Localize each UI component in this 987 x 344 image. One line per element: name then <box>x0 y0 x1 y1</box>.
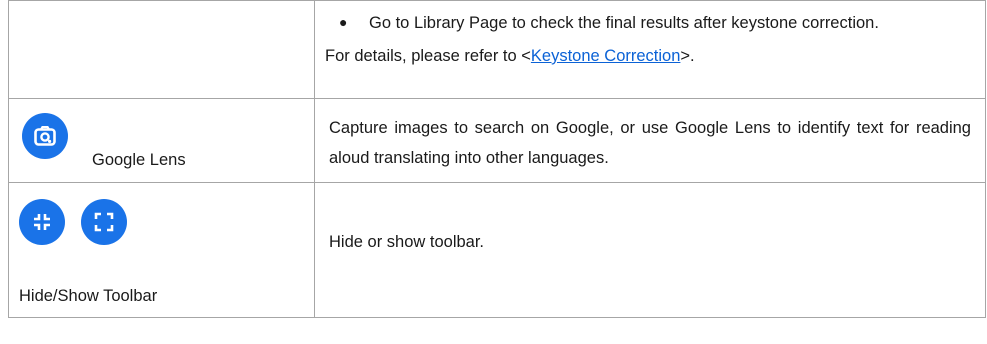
feature-description: Capture images to search on Google, or u… <box>329 119 971 167</box>
details-prefix: For details, please refer to < <box>325 47 531 65</box>
expand-icon <box>81 199 127 245</box>
details-note: For details, please refer to <Keystone C… <box>315 37 985 69</box>
keystone-correction-link[interactable]: Keystone Correction <box>531 47 681 65</box>
feature-label: Hide/Show Toolbar <box>19 287 158 305</box>
collapse-icon <box>19 199 65 245</box>
table-row: Google Lens Capture images to search on … <box>8 98 986 183</box>
feature-table: ● Go to Library Page to check the final … <box>8 0 986 318</box>
feature-cell: Hide/Show Toolbar <box>8 182 315 318</box>
bullet-icon: ● <box>339 14 348 30</box>
description-cell: ● Go to Library Page to check the final … <box>314 0 986 99</box>
table-row: Hide/Show Toolbar Hide or show toolbar. <box>8 182 986 318</box>
empty-cell <box>8 0 315 99</box>
google-lens-icon <box>22 113 68 159</box>
details-suffix: >. <box>680 47 695 65</box>
bullet-text: Go to Library Page to check the final re… <box>369 14 879 32</box>
bullet-item: ● Go to Library Page to check the final … <box>315 1 985 37</box>
table-row: ● Go to Library Page to check the final … <box>8 0 986 99</box>
description-cell: Hide or show toolbar. <box>314 182 986 318</box>
feature-description: Hide or show toolbar. <box>329 233 485 251</box>
description-cell: Capture images to search on Google, or u… <box>314 98 986 183</box>
feature-label: Google Lens <box>92 151 186 169</box>
feature-cell: Google Lens <box>8 98 315 183</box>
